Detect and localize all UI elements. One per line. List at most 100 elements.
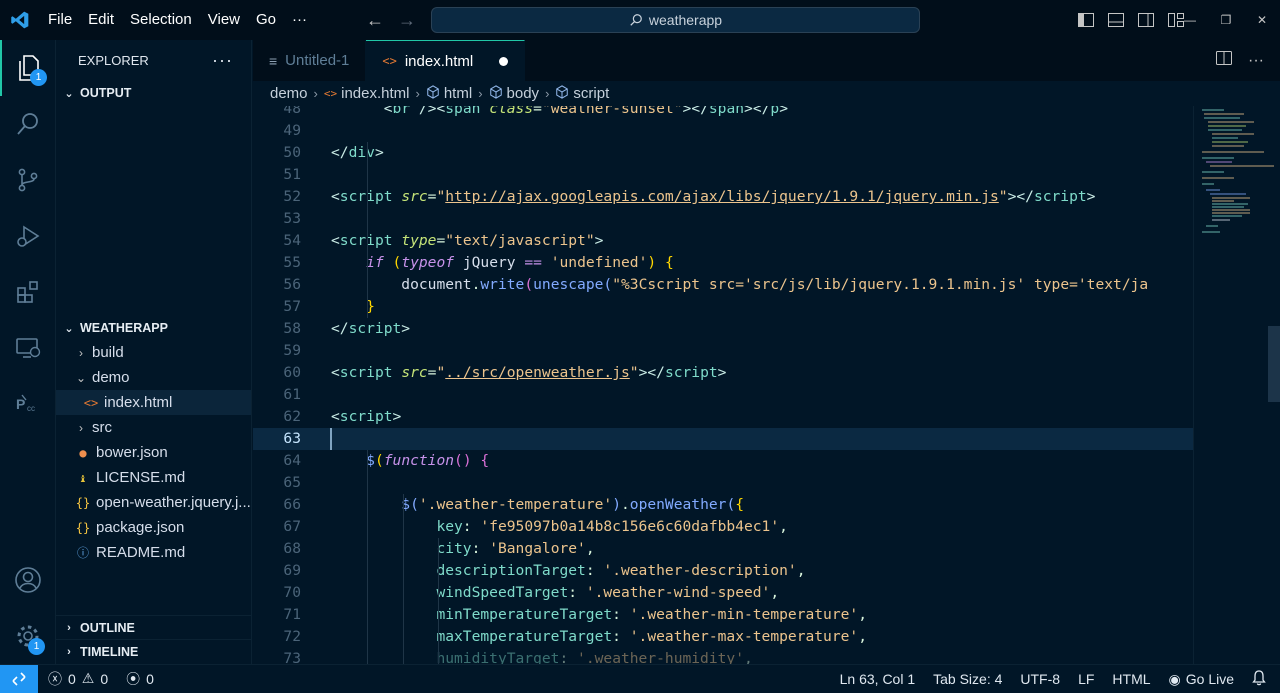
tab-index-html[interactable]: <> index.html (366, 40, 526, 81)
code-line[interactable]: 61 (253, 384, 1193, 406)
explorer-more-actions-icon[interactable]: ··· (212, 50, 233, 71)
output-section-label: OUTPUT (80, 86, 132, 100)
code-line[interactable]: 53 (253, 208, 1193, 230)
more-menu-icon[interactable]: ··· (284, 0, 315, 40)
tree-folder[interactable]: › build (56, 340, 251, 365)
remote-indicator-icon[interactable] (0, 664, 38, 693)
code-line[interactable]: 49 (253, 120, 1193, 142)
code-line[interactable]: 65 (253, 472, 1193, 494)
tree-file[interactable]: ⓘ README.md (56, 540, 251, 565)
unsaved-dot-icon[interactable] (499, 56, 509, 66)
tree-file[interactable]: <> index.html (56, 390, 251, 415)
code-line[interactable]: 66 $('.weather-temperature').openWeather… (253, 494, 1193, 516)
breadcrumb-item[interactable]: demo (270, 85, 308, 102)
outline-section-header[interactable]: › OUTLINE (56, 615, 252, 639)
code-editor[interactable]: 48 <br /><span class="weather-sunset"></… (253, 106, 1193, 664)
menu-item-go[interactable]: Go (248, 0, 284, 40)
workspace-section-header[interactable]: ⌄ WEATHERAPP (56, 316, 251, 340)
code-text: </div> (331, 144, 384, 161)
tab-size[interactable]: Tab Size: 4 (933, 671, 1002, 687)
remote-explorer-icon[interactable] (0, 320, 56, 376)
tree-folder[interactable]: ⌄ demo (56, 365, 251, 390)
menu-item-edit[interactable]: Edit (80, 0, 122, 40)
code-line[interactable]: 71 minTemperatureTarget: '.weather-min-t… (253, 604, 1193, 626)
extensions-icon[interactable] (0, 264, 56, 320)
output-section-header[interactable]: ⌄ OUTPUT (56, 81, 251, 105)
breadcrumb-item[interactable]: body (507, 85, 540, 102)
back-arrow-icon[interactable]: ← (364, 10, 386, 31)
toggle-secondary-sidebar-icon[interactable] (1136, 11, 1156, 29)
breadcrumb-item[interactable]: script (573, 85, 609, 102)
element-cube-icon (555, 84, 569, 103)
tree-file[interactable]: ● bower.json (56, 440, 251, 465)
ports-indicator[interactable]: ⦿ 0 (126, 669, 154, 689)
encoding[interactable]: UTF-8 (1020, 671, 1060, 687)
tree-item-label: package.json (96, 519, 185, 536)
notifications-bell-icon[interactable] (1252, 669, 1266, 689)
code-text: minTemperatureTarget: '.weather-min-temp… (436, 606, 868, 623)
code-line[interactable]: 67 key: 'fe95097b0a14b8c156e6c60dafbb4ec… (253, 516, 1193, 538)
code-line[interactable]: 70 windSpeedTarget: '.weather-wind-speed… (253, 582, 1193, 604)
breadcrumb-item[interactable]: html (444, 85, 472, 102)
code-line[interactable]: 60 <script src="../src/openweather.js"></… (253, 362, 1193, 384)
accounts-icon[interactable] (0, 552, 56, 608)
code-line[interactable]: 50 </div> (253, 142, 1193, 164)
source-control-icon[interactable] (0, 152, 56, 208)
line-number: 58 (283, 320, 301, 337)
tree-file[interactable]: {} open-weather.jquery.j... (56, 490, 251, 515)
search-view-icon[interactable] (0, 96, 56, 152)
json-file-icon: {} (75, 495, 91, 510)
code-line[interactable]: 69 descriptionTarget: '.weather-descript… (253, 560, 1193, 582)
close-icon[interactable]: ✕ (1244, 13, 1280, 27)
testing-icon[interactable]: Pcc (0, 376, 56, 432)
code-text: <script type="text/javascript"> (331, 232, 604, 249)
toggle-primary-sidebar-icon[interactable] (1076, 11, 1096, 29)
code-line[interactable]: 73 humidityTarget: '.weather-humidity', (253, 648, 1193, 664)
tab-untitled-1[interactable]: ≡ Untitled-1 (253, 40, 367, 81)
problems-indicator[interactable]: ⓧ 0 ⚠ 0 (48, 669, 108, 689)
cursor-position[interactable]: Ln 63, Col 1 (840, 671, 916, 687)
settings-gear-icon[interactable]: 1 (0, 608, 56, 664)
language-mode[interactable]: HTML (1112, 671, 1150, 687)
code-line[interactable]: 63 (253, 428, 1193, 450)
timeline-section-label: TIMELINE (80, 644, 139, 659)
code-line[interactable]: 51 (253, 164, 1193, 186)
menu-item-file[interactable]: File (40, 0, 80, 40)
code-line[interactable]: 59 (253, 340, 1193, 362)
toggle-panel-icon[interactable] (1106, 11, 1126, 29)
minimap[interactable] (1193, 106, 1280, 664)
tree-file[interactable]: ♝ LICENSE.md (56, 465, 251, 490)
go-live-button[interactable]: ◉ Go Live (1169, 671, 1234, 688)
indent-guide (367, 142, 368, 318)
code-text: <script> (331, 408, 402, 425)
code-line[interactable]: 57 } (253, 296, 1193, 318)
code-line[interactable]: 68 city: 'Bangalore', (253, 538, 1193, 560)
tree-file[interactable]: {} package.json (56, 515, 251, 540)
command-center-search[interactable]: weatherapp (431, 7, 920, 33)
code-line[interactable]: 48 <br /><span class="weather-sunset"></… (253, 106, 1193, 120)
tree-folder[interactable]: › src (56, 415, 251, 440)
code-text: } (366, 298, 375, 315)
timeline-section-header[interactable]: › TIMELINE (56, 639, 252, 663)
code-line[interactable]: 62 <script> (253, 406, 1193, 428)
code-line[interactable]: 58 </script> (253, 318, 1193, 340)
minimize-icon[interactable]: — (1172, 13, 1208, 27)
more-actions-icon[interactable]: ··· (1248, 52, 1264, 70)
code-line[interactable]: 54 <script type="text/javascript"> (253, 230, 1193, 252)
breadcrumb-item[interactable]: index.html (341, 85, 409, 102)
forward-arrow-icon[interactable]: → (396, 10, 418, 31)
vertical-scrollbar-thumb[interactable] (1268, 326, 1280, 402)
menu-item-view[interactable]: View (200, 0, 248, 40)
explorer-icon[interactable]: 1 (0, 40, 56, 96)
split-editor-icon[interactable] (1216, 51, 1233, 70)
end-of-line[interactable]: LF (1078, 671, 1094, 687)
chevron-right-icon: › (67, 645, 71, 658)
code-line[interactable]: 64 $(function() { (253, 450, 1193, 472)
restore-icon[interactable]: ❐ (1208, 13, 1244, 27)
code-line[interactable]: 55 if (typeof jQuery == 'undefined') { (253, 252, 1193, 274)
code-line[interactable]: 52 <script src="http://ajax.googleapis.co… (253, 186, 1193, 208)
menu-item-selection[interactable]: Selection (122, 0, 200, 40)
run-debug-icon[interactable] (0, 208, 56, 264)
code-line[interactable]: 72 maxTemperatureTarget: '.weather-max-t… (253, 626, 1193, 648)
code-line[interactable]: 56 document.write(unescape("%3Cscript sr… (253, 274, 1193, 296)
